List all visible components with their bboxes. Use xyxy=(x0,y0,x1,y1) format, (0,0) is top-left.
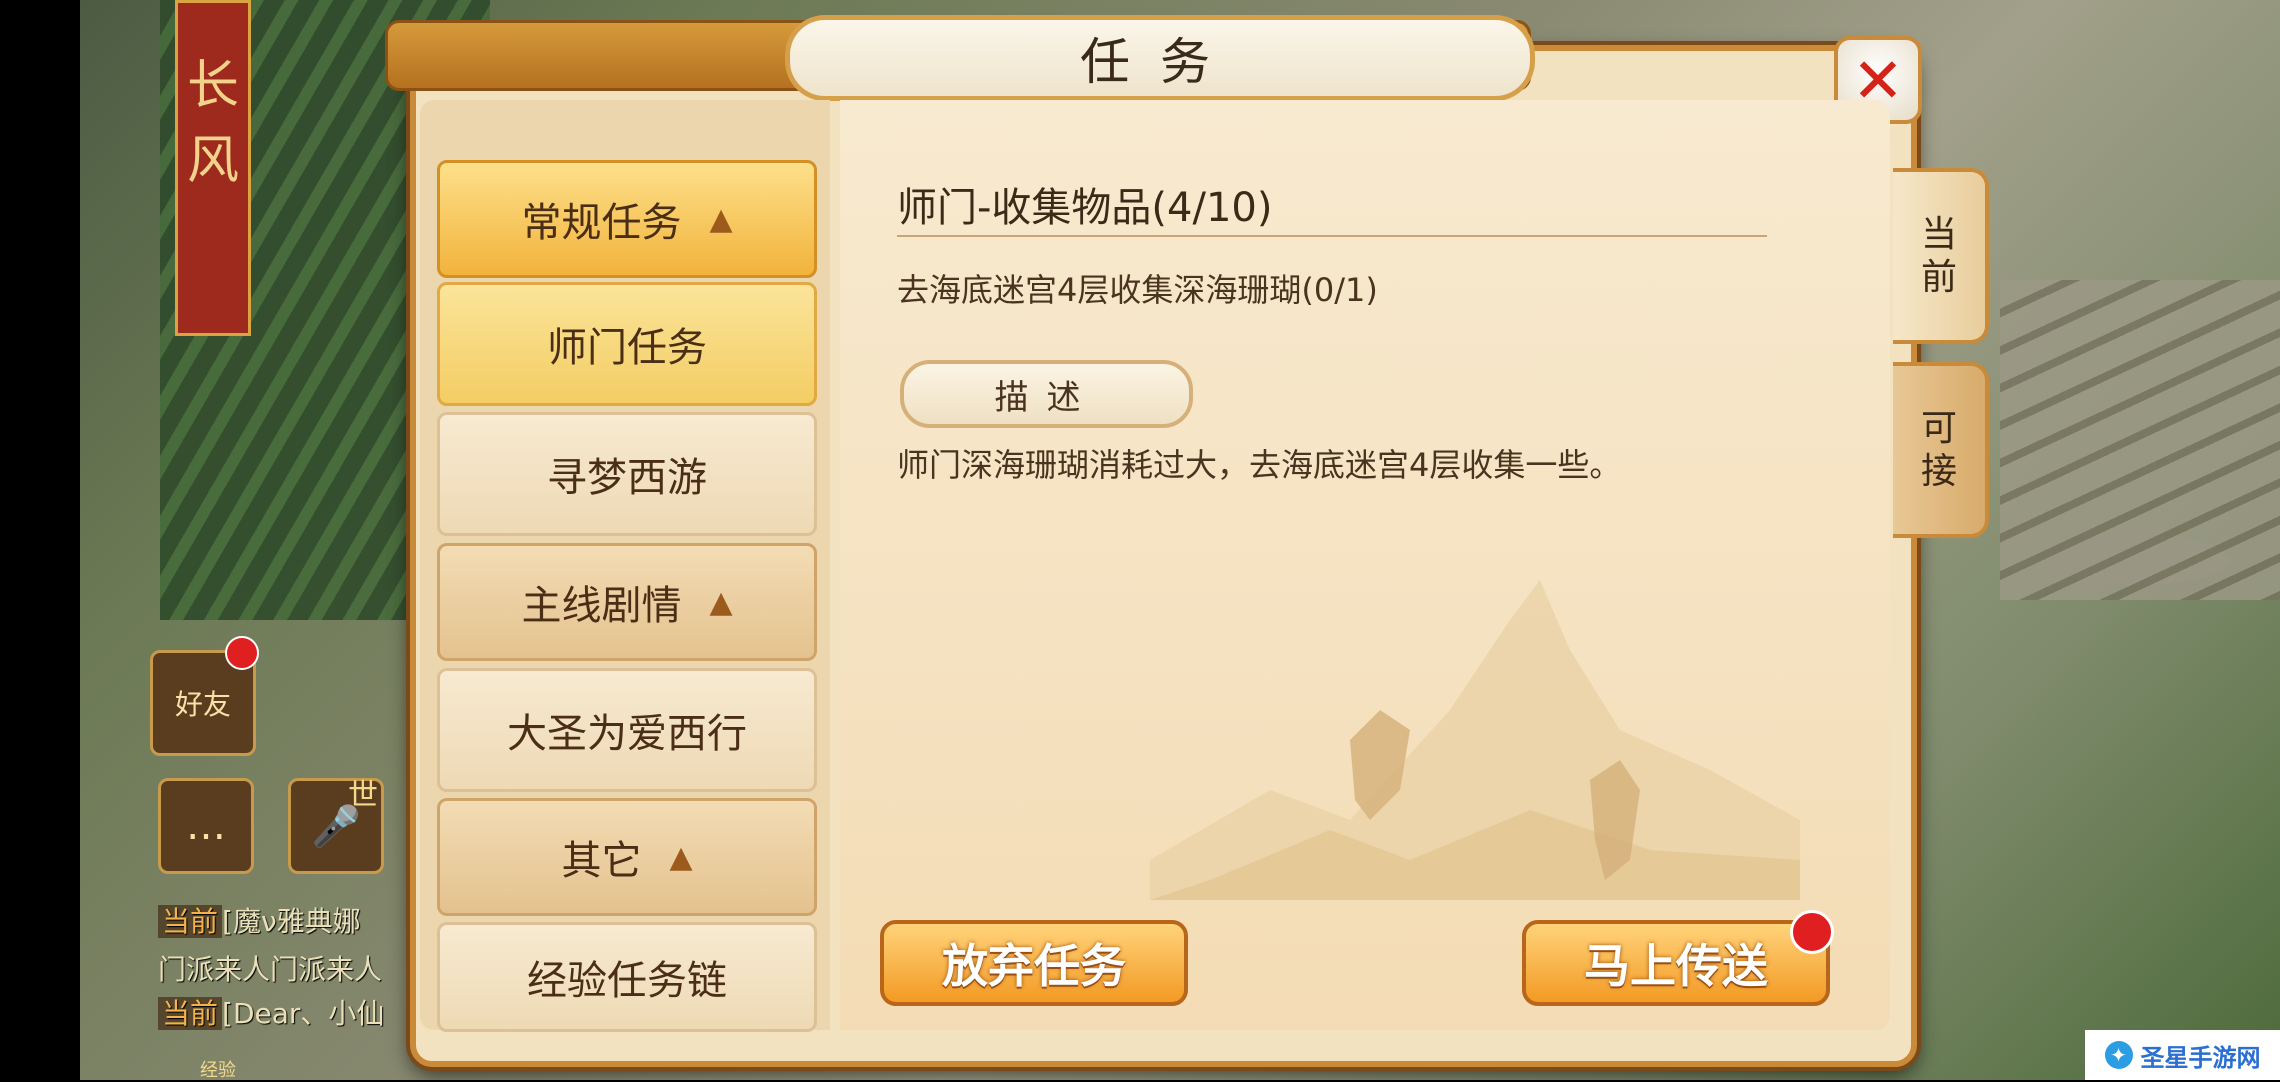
category-label: 主线剧情 xyxy=(521,583,682,629)
tab-current-char: 当 xyxy=(1920,213,1957,255)
chat-line: 门派来人门派来人 xyxy=(158,948,382,986)
chat-icon[interactable]: … xyxy=(158,778,254,874)
teleport-label: 马上传送 xyxy=(1584,939,1768,993)
teleport-button[interactable]: 马上传送 xyxy=(1522,920,1830,1006)
chat-line: 当前 [魔ν雅典娜 xyxy=(158,900,361,938)
stone-stairs xyxy=(2000,280,2280,600)
description-label: 描述 xyxy=(900,360,1193,428)
quest-title: 师门-收集物品(4/10) xyxy=(897,185,1273,231)
dialog-title: 任务 xyxy=(1080,33,1240,91)
watermark-text: 圣星手游网 xyxy=(2140,1043,2261,1072)
tab-available-char: 接 xyxy=(1920,451,1957,492)
chat-line: 当前 [Dear、小仙 xyxy=(158,992,384,1030)
abandon-quest-label: 放弃任务 xyxy=(942,939,1126,993)
chat-tag: 当前 xyxy=(158,997,223,1030)
site-watermark: ✦ 圣星手游网 xyxy=(2085,1030,2280,1080)
pillar-banner: 长风 xyxy=(175,0,251,336)
quest-item-sect[interactable]: 师门任务 xyxy=(437,282,817,406)
chat-tag: 当前 xyxy=(158,905,223,938)
category-other[interactable]: 其它 ▲ xyxy=(437,798,817,916)
chat-text: [魔ν雅典娜 xyxy=(222,905,361,938)
category-label: 常规任务 xyxy=(521,200,682,246)
quest-item-label: 寻梦西游 xyxy=(547,455,707,501)
tab-available[interactable]: 可 接 xyxy=(1893,362,1989,538)
quest-goal: 去海底迷宫4层收集深海珊瑚(0/1) xyxy=(897,271,1378,309)
category-main-story[interactable]: 主线剧情 ▲ xyxy=(437,543,817,661)
title-divider xyxy=(897,235,1767,237)
world-channel-label: 世 xyxy=(348,778,378,813)
chevron-up-icon: ▲ xyxy=(669,839,693,875)
tab-current-char: 前 xyxy=(1920,257,1957,298)
friends-label: 好友 xyxy=(174,688,231,721)
description-label-text: 描述 xyxy=(994,377,1099,418)
quest-item-label: 师门任务 xyxy=(547,325,707,371)
tab-current[interactable]: 当 前 xyxy=(1893,168,1989,344)
notification-dot xyxy=(1790,910,1834,954)
category-label: 其它 xyxy=(561,838,642,884)
friends-notify-dot xyxy=(225,636,259,670)
abandon-quest-button[interactable]: 放弃任务 xyxy=(880,920,1188,1006)
quest-item-label: 经验任务链 xyxy=(527,958,727,1004)
exp-label: 经验 xyxy=(200,1060,236,1081)
quest-item-label: 大圣为爱西行 xyxy=(507,711,747,757)
quest-item-dream-journey[interactable]: 寻梦西游 xyxy=(437,412,817,536)
quest-description: 师门深海珊瑚消耗过大，去海底迷宫4层收集一些。 xyxy=(897,446,1622,484)
tab-available-char: 可 xyxy=(1920,407,1957,449)
star-logo-icon: ✦ xyxy=(2104,1041,2133,1069)
pillar-text: 长风 xyxy=(186,56,239,191)
category-regular-quests[interactable]: 常规任务 ▲ xyxy=(437,160,817,278)
quest-item-exp-chain[interactable]: 经验任务链 xyxy=(437,922,817,1032)
chat-text: 门派来人门派来人 xyxy=(158,953,383,986)
scenery-illustration xyxy=(1150,580,1800,900)
quest-item-great-sage[interactable]: 大圣为爱西行 xyxy=(437,668,817,792)
chat-text: [Dear、小仙 xyxy=(222,997,385,1030)
dialog-title-plate: 任务 xyxy=(785,15,1535,101)
chevron-up-icon: ▲ xyxy=(709,584,733,620)
chevron-up-icon: ▲ xyxy=(709,201,733,237)
